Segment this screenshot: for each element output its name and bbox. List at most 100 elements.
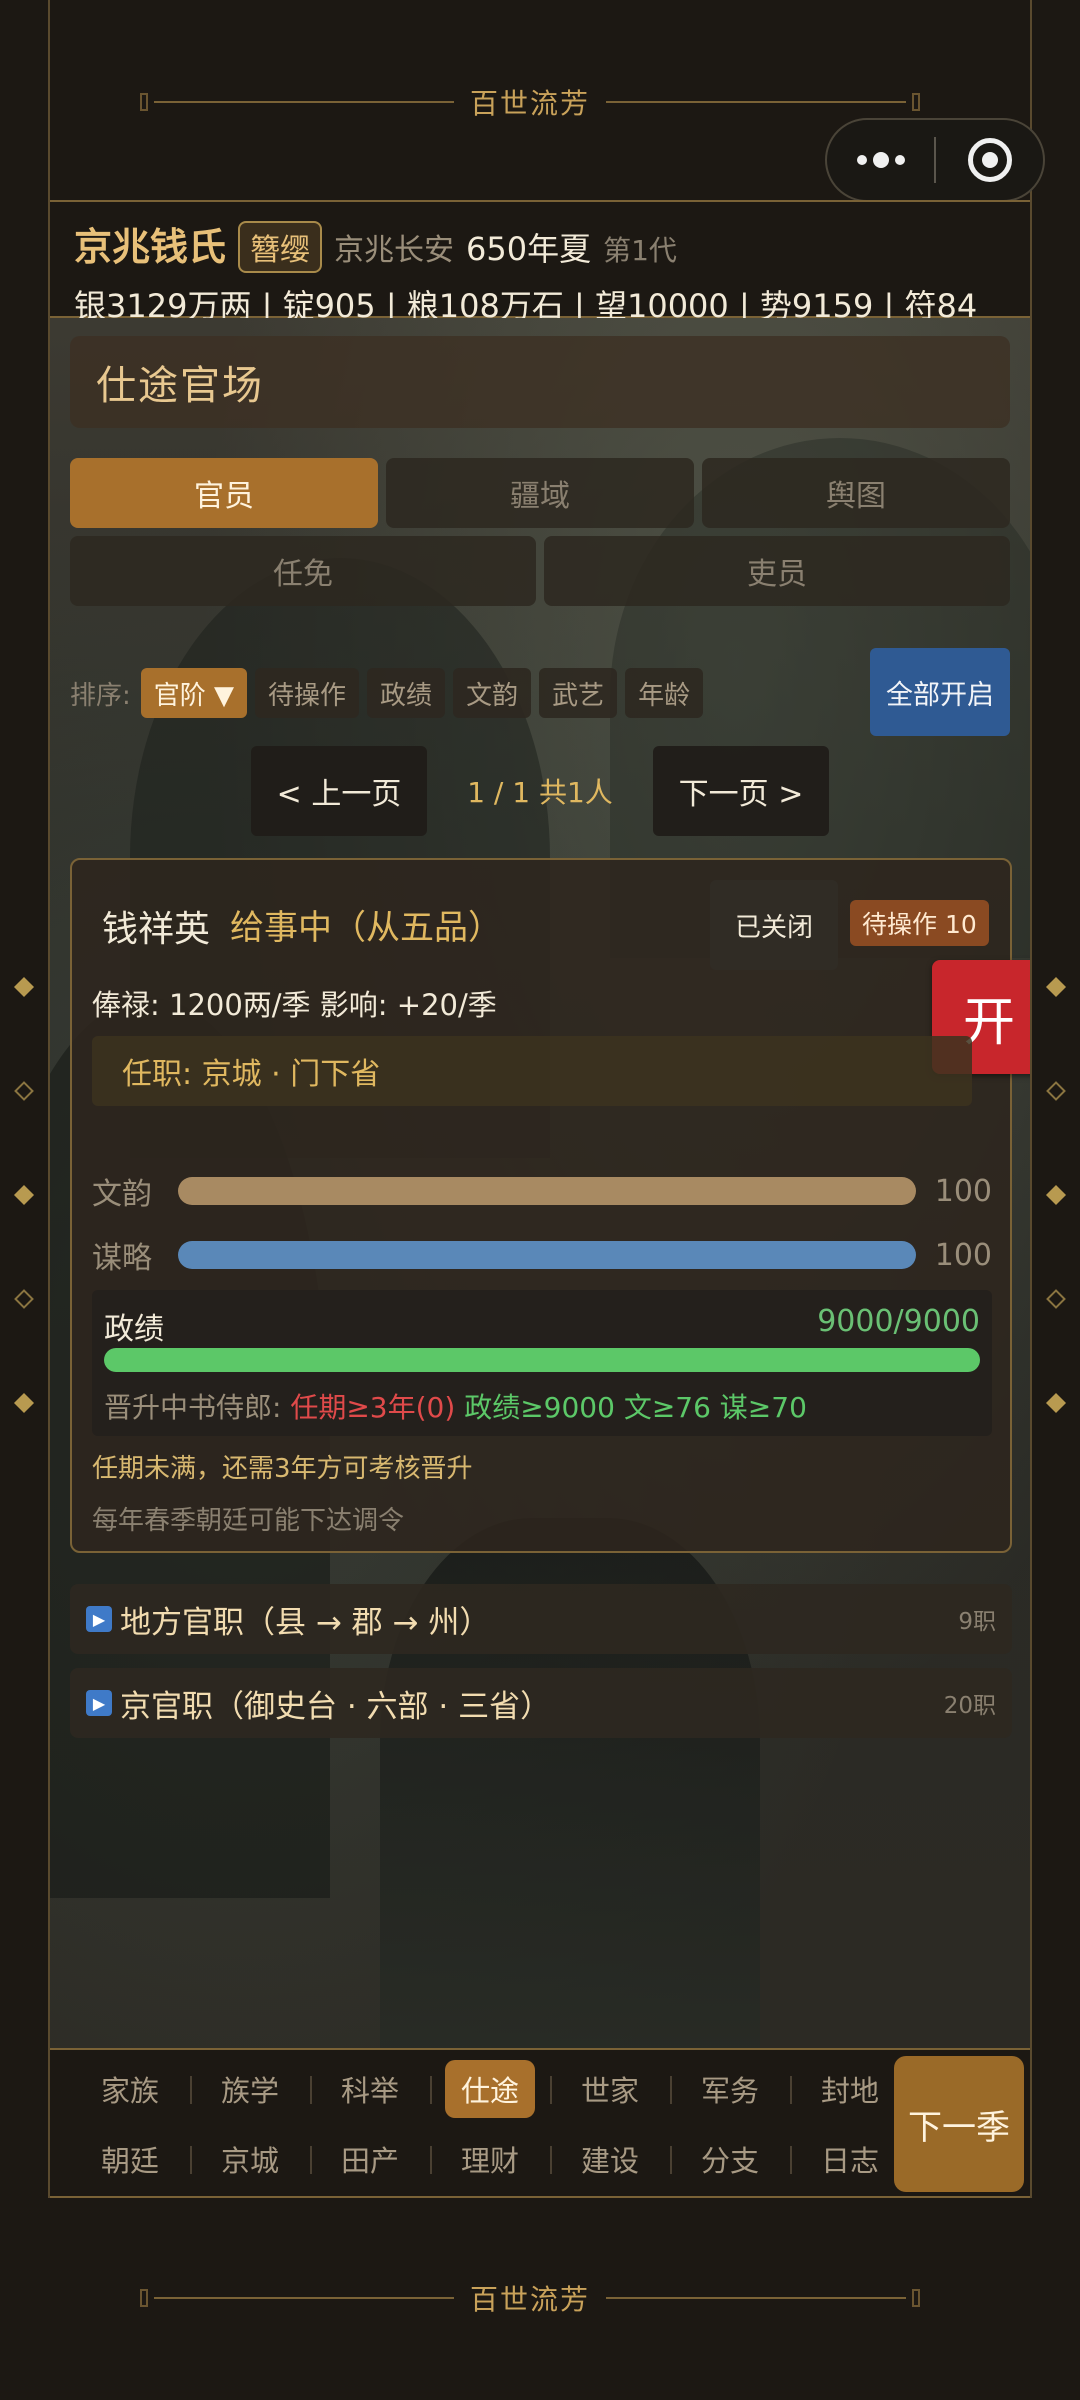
stat-literary: 文韵 100 [92,1166,992,1216]
current-season: 650年夏 [466,230,592,268]
performance-track [104,1348,980,1372]
group-local-posts[interactable]: ▶ 地方官职（县 → 郡 → 州） 9职 [70,1584,1012,1654]
stat-label: 文韵 [92,1177,152,1212]
nav-career[interactable]: 仕途 [430,2054,550,2124]
clan-place: 京兆长安 [334,233,455,268]
side-decoration-right [1046,977,1066,1413]
pending-actions-badge[interactable]: 待操作 10 [850,900,989,946]
clan-rank-badge: 簪缨 [238,221,323,273]
expand-arrow-icon: ▶ [86,1690,112,1716]
banner-tick-right [912,93,921,111]
tab-appointments[interactable]: 任免 [70,536,536,606]
official-card: 钱祥英 给事中（从五品） 已关闭 待操作 10 开 俸禄: 1200两/季 影响… [70,858,1030,1553]
nav-branches[interactable]: 分支 [670,2124,790,2194]
requirement-met: 政绩≥9000 文≥76 谋≥70 [455,1391,807,1424]
bottom-nav: 家族 族学 科举 仕途 世家 军务 封地 朝廷 京城 田产 理财 建设 分支 日… [50,2048,1030,2198]
banner-line-left [154,101,454,103]
nav-fief[interactable]: 封地 [790,2054,910,2124]
generation: 第1代 [603,234,677,267]
nav-exam[interactable]: 科举 [310,2054,430,2124]
banner-title: 百世流芳 [470,87,591,120]
next-season-button[interactable]: 下一季 [894,2056,1024,2192]
nav-estates[interactable]: 田产 [310,2124,430,2194]
sort-rank-chip[interactable]: 官阶 ▼ [140,668,248,718]
top-banner: 百世流芳 [140,82,921,122]
banner-line-right [606,2297,907,2299]
group-count: 20职 [943,1693,996,1719]
banner-tick-left [140,93,148,111]
nav-log[interactable]: 日志 [790,2124,910,2194]
promotion-target: 晋升中书侍郎: [104,1391,291,1424]
frame-line-right [1030,0,1032,2400]
group-capital-posts[interactable]: ▶ 京官职（御史台 · 六部 · 三省） 20职 [70,1668,1012,1738]
side-decoration-left [14,977,34,1413]
stat-value: 100 [934,1173,992,1209]
bottom-banner: 百世流芳 [140,2278,921,2318]
section-title: 仕途官场 [70,336,1010,428]
tab-clerks[interactable]: 吏员 [544,536,1010,606]
banner-title: 百世流芳 [470,2283,591,2316]
requirement-unmet: 任期≥3年(0) [290,1391,456,1424]
official-name: 钱祥英 [102,909,211,950]
nav-families[interactable]: 世家 [550,2054,670,2124]
nav-family[interactable]: 家族 [70,2054,190,2124]
group-name: 京官职（御史台 · 六部 · 三省） [120,1688,552,1725]
performance-panel: 政绩 9000/9000 晋升中书侍郎: 任期≥3年(0) 政绩≥9000 文≥… [92,1290,992,1436]
stat-track [178,1241,916,1269]
prev-page-button[interactable]: < 上一页 [251,746,427,836]
more-dot-icon [872,152,889,168]
stat-label: 谋略 [92,1241,152,1276]
stat-strategy: 谋略 100 [92,1230,992,1280]
sort-pending-chip[interactable]: 待操作 [255,668,360,718]
nav-clan-school[interactable]: 族学 [190,2054,310,2124]
tab-officials[interactable]: 官员 [70,458,378,528]
main-panel: 仕途官场 官员 疆域 舆图 任免 吏员 排序: 官阶 ▼ 待操作 政绩 文韵 武… [50,318,1030,2048]
nav-capital[interactable]: 京城 [190,2124,310,2194]
stat-value: 100 [934,1237,992,1273]
sort-literary-chip[interactable]: 文韵 [453,668,532,718]
post-location: 任职: 京城 · 门下省 [92,1036,972,1106]
nav-court[interactable]: 朝廷 [70,2124,190,2194]
stat-bar-fill [178,1177,916,1205]
banner-line-right [606,101,907,103]
nav-row-2: 朝廷 京城 田产 理财 建设 分支 日志 [70,2124,910,2194]
tab-map[interactable]: 舆图 [702,458,1010,528]
close-miniprogram-button[interactable] [936,138,1043,182]
nav-row-1: 家族 族学 科举 仕途 世家 军务 封地 [70,2054,910,2124]
more-dot-icon [856,155,867,165]
page-info: 1 / 1 共1人 [467,776,613,809]
stat-track [178,1177,916,1205]
banner-tick-left [140,2289,148,2307]
official-title: 给事中（从五品） [230,908,502,948]
bottom-frame: 百世流芳 [0,2198,1080,2400]
more-menu-button[interactable] [827,152,934,168]
sort-merit-chip[interactable]: 政绩 [367,668,446,718]
transfer-note: 每年春季朝廷可能下达调令 [92,1506,405,1536]
sort-age-chip[interactable]: 年龄 [625,668,704,718]
nav-construction[interactable]: 建设 [550,2124,670,2194]
stat-bar-fill [178,1241,916,1269]
more-dot-icon [894,155,905,165]
sort-bar: 排序: 官阶 ▼ 待操作 政绩 文韵 武艺 年龄 全部开启 [70,648,1010,738]
promotion-requirements: 晋升中书侍郎: 任期≥3年(0) 政绩≥9000 文≥76 谋≥70 [104,1386,807,1426]
open-all-button[interactable]: 全部开启 [870,648,1010,736]
nav-military[interactable]: 军务 [670,2054,790,2124]
tenure-note: 任期未满，还需3年方可考核晋升 [92,1454,473,1484]
banner-line-left [154,2297,454,2299]
closed-toggle[interactable]: 已关闭 [710,880,838,970]
target-circle-icon [967,138,1012,182]
performance-label: 政绩 [104,1312,164,1347]
performance-value: 9000/9000 [817,1304,980,1339]
sort-martial-chip[interactable]: 武艺 [539,668,618,718]
performance-bar-fill [104,1348,980,1372]
nav-finance[interactable]: 理财 [430,2124,550,2194]
secondary-tabs: 任免 吏员 [70,536,1010,606]
next-page-button[interactable]: 下一页 > [653,746,829,836]
group-name: 地方官职（县 → 郡 → 州） [120,1604,491,1641]
pager: < 上一页 1 / 1 共1人 下一页 > [50,746,1030,836]
salary-info: 俸禄: 1200两/季 影响: +20/季 [92,988,497,1022]
banner-tick-right [912,2289,921,2307]
primary-tabs: 官员 疆域 舆图 [70,458,1010,528]
sort-label: 排序: [70,680,131,711]
tab-territory[interactable]: 疆域 [386,458,694,528]
